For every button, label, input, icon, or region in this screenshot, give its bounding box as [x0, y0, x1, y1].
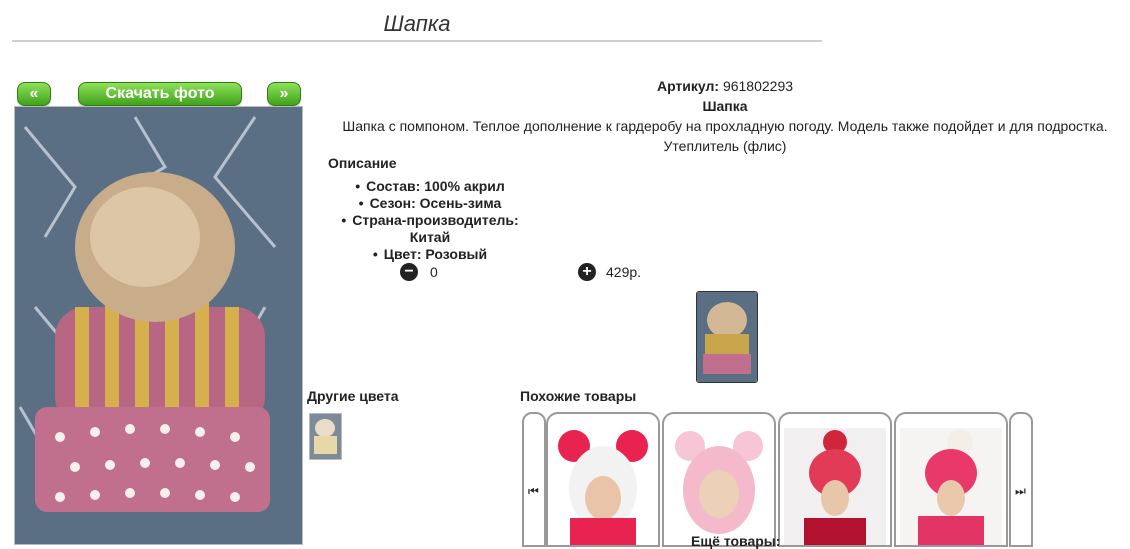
product-name: Шапка	[702, 98, 748, 114]
download-photo-button[interactable]: Скачать фото	[78, 82, 242, 106]
quantity-stepper: − 0	[400, 263, 438, 281]
other-colors-heading: Другие цвета	[307, 388, 399, 404]
product-photo[interactable]	[14, 106, 303, 545]
photo-thumbnail[interactable]	[696, 291, 758, 383]
article-label: Артикул:	[656, 78, 720, 94]
carousel-next-button[interactable]: ⏭	[1009, 412, 1033, 547]
similar-product-card[interactable]	[662, 412, 776, 547]
plus-icon[interactable]: +	[578, 263, 596, 281]
next-photo-button[interactable]: »	[267, 82, 301, 106]
quantity-value: 0	[430, 264, 438, 280]
minus-icon[interactable]: −	[400, 263, 418, 281]
similar-products-heading: Похожие товары	[520, 388, 637, 404]
similar-product-card[interactable]	[778, 412, 892, 547]
property-item: Цвет: Розовый	[320, 246, 540, 263]
article-number: 961802293	[722, 78, 794, 94]
description-heading: Описание	[328, 155, 397, 171]
similar-product-card[interactable]	[546, 412, 660, 547]
page-title: Шапка	[383, 11, 451, 36]
price-block: + 429р.	[578, 263, 641, 281]
similar-product-card[interactable]	[894, 412, 1008, 547]
carousel-prev-button[interactable]: ⏮	[522, 412, 546, 547]
product-description: Шапка с помпоном. Теплое дополнение к га…	[342, 118, 1108, 134]
price-value: 429р.	[606, 264, 642, 280]
property-item: Состав: 100% акрил	[320, 178, 540, 195]
more-products-heading: Ещё товары:	[691, 533, 781, 549]
article-line: Артикул: 961802293	[320, 76, 1130, 96]
property-item: Страна-производитель: Китай	[320, 212, 540, 246]
prev-photo-button[interactable]: «	[17, 82, 51, 106]
color-variant-thumbnail[interactable]	[309, 413, 342, 460]
page-title-bar: Шапка	[12, 8, 822, 42]
property-list: Состав: 100% акрил Сезон: Осень-зима Стр…	[320, 178, 540, 263]
property-item: Сезон: Осень-зима	[320, 195, 540, 212]
product-description-insulation: Утеплитель (флис)	[663, 138, 787, 154]
skip-forward-icon: ⏭	[1015, 484, 1026, 498]
product-info: Артикул: 961802293 Шапка Шапка с помпоно…	[320, 76, 1130, 156]
skip-back-icon: ⏮	[528, 484, 539, 498]
